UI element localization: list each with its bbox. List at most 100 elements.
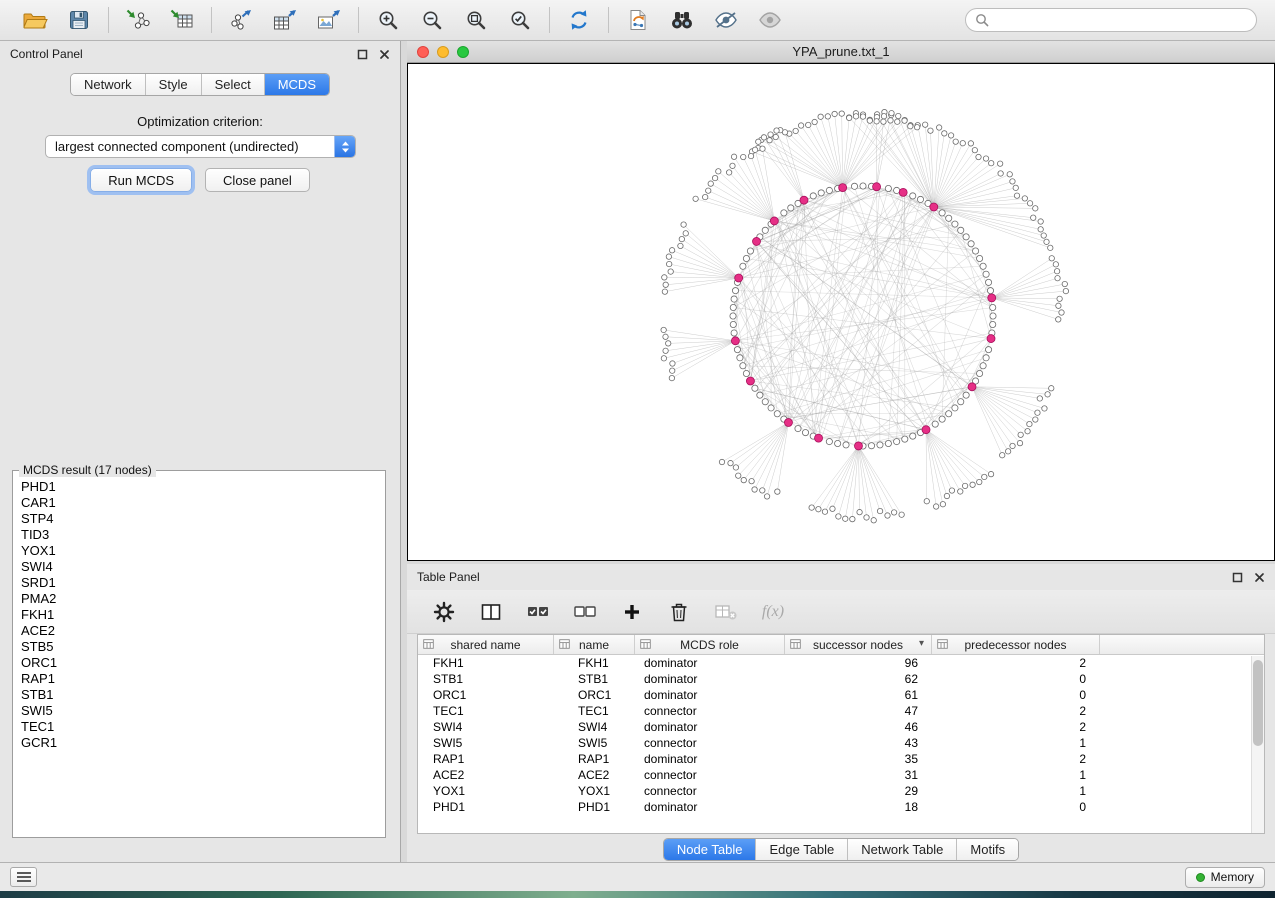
network-canvas[interactable] — [407, 63, 1275, 561]
table-row[interactable]: RAP1 RAP1 dominator 35 2 — [418, 751, 1264, 767]
table-row[interactable]: ORC1 ORC1 dominator 61 0 — [418, 687, 1264, 703]
mcds-node-item[interactable]: SRD1 — [21, 575, 385, 591]
mcds-node-item[interactable]: ORC1 — [21, 655, 385, 671]
table-row[interactable]: STB1 STB1 dominator 62 0 — [418, 671, 1264, 687]
list-icon — [16, 871, 32, 883]
mcds-node-item[interactable]: TID3 — [21, 527, 385, 543]
table-row[interactable]: SWI5 SWI5 connector 43 1 — [418, 735, 1264, 751]
select-all-button[interactable] — [523, 598, 553, 626]
deselect-all-icon — [573, 602, 597, 622]
memory-button[interactable]: Memory — [1185, 867, 1265, 888]
save-session-button[interactable] — [62, 5, 96, 35]
zoom-selected-button[interactable] — [503, 5, 537, 35]
cell-shared-name: YOX1 — [418, 784, 554, 798]
control-panel-tab[interactable]: Network — [71, 74, 146, 95]
show-columns-button[interactable] — [476, 598, 506, 626]
mcds-buttons-row: Run MCDS Close panel — [0, 168, 400, 192]
mcds-node-item[interactable]: GCR1 — [21, 735, 385, 751]
table-row[interactable]: SWI4 SWI4 dominator 46 2 — [418, 719, 1264, 735]
table-tab[interactable]: Node Table — [664, 839, 757, 860]
window-close-button[interactable] — [417, 46, 429, 58]
cell-name: RAP1 — [554, 752, 635, 766]
table-tab[interactable]: Edge Table — [756, 839, 848, 860]
scrollbar-thumb[interactable] — [1253, 660, 1263, 746]
window-maximize-button[interactable] — [457, 46, 469, 58]
search-box[interactable] — [965, 8, 1257, 32]
export-network-button[interactable] — [224, 5, 258, 35]
column-header-label: name — [579, 638, 609, 652]
window-minimize-button[interactable] — [437, 46, 449, 58]
apply-layout-button[interactable] — [562, 5, 596, 35]
table-row[interactable]: FKH1 FKH1 dominator 96 2 — [418, 655, 1264, 671]
cell-successor-nodes: 43 — [785, 736, 932, 750]
search-input[interactable] — [995, 13, 1247, 27]
column-header[interactable]: MCDS role ▾ — [635, 635, 785, 654]
table-row[interactable]: PHD1 PHD1 dominator 18 0 — [418, 799, 1264, 815]
column-header[interactable]: name ▾ — [554, 635, 635, 654]
mcds-node-item[interactable]: FKH1 — [21, 607, 385, 623]
control-panel-tab[interactable]: MCDS — [265, 74, 329, 95]
export-document-button[interactable] — [621, 5, 655, 35]
cell-successor-nodes: 31 — [785, 768, 932, 782]
mcds-node-item[interactable]: ACE2 — [21, 623, 385, 639]
table-row[interactable]: YOX1 YOX1 connector 29 1 — [418, 783, 1264, 799]
cell-mcds-role: connector — [635, 704, 785, 718]
mcds-node-item[interactable]: TEC1 — [21, 719, 385, 735]
import-network-button[interactable] — [121, 5, 155, 35]
export-table-button[interactable] — [268, 5, 302, 35]
mcds-node-item[interactable]: SWI5 — [21, 703, 385, 719]
mcds-node-item[interactable]: STP4 — [21, 511, 385, 527]
run-mcds-button[interactable]: Run MCDS — [90, 168, 192, 192]
zoom-fit-button[interactable] — [459, 5, 493, 35]
mcds-node-item[interactable]: SWI4 — [21, 559, 385, 575]
cell-mcds-role: dominator — [635, 688, 785, 702]
cell-mcds-role: connector — [635, 736, 785, 750]
open-file-button[interactable] — [18, 5, 52, 35]
control-panel-tab[interactable]: Select — [202, 74, 265, 95]
cell-mcds-role: dominator — [635, 656, 785, 670]
table-row[interactable]: ACE2 ACE2 connector 31 1 — [418, 767, 1264, 783]
control-panel-tab[interactable]: Style — [146, 74, 202, 95]
column-header[interactable]: predecessor nodes ▾ — [932, 635, 1100, 654]
mcds-node-item[interactable]: YOX1 — [21, 543, 385, 559]
hide-details-button[interactable] — [709, 5, 743, 35]
close-panel-button[interactable]: Close panel — [205, 168, 310, 192]
import-table-button[interactable] — [165, 5, 199, 35]
zoom-out-button[interactable] — [415, 5, 449, 35]
zoom-in-button[interactable] — [371, 5, 405, 35]
column-header[interactable]: successor nodes ▾ — [785, 635, 932, 654]
import-network-icon — [125, 8, 151, 32]
close-panel-icon[interactable] — [379, 49, 390, 60]
cell-predecessor-nodes: 2 — [932, 656, 1100, 670]
table-row[interactable]: TEC1 TEC1 connector 47 2 — [418, 703, 1264, 719]
float-panel-icon[interactable] — [357, 49, 368, 60]
column-header[interactable]: shared name ▾ — [418, 635, 554, 654]
criterion-dropdown[interactable]: largest connected component (undirected) — [45, 135, 356, 158]
file-group — [10, 5, 104, 35]
delete-column-button[interactable] — [664, 598, 694, 626]
create-column-button[interactable] — [617, 598, 647, 626]
cell-name: SWI4 — [554, 720, 635, 734]
export-image-button[interactable] — [312, 5, 346, 35]
float-panel-icon[interactable] — [1232, 572, 1243, 583]
mcds-node-item[interactable]: RAP1 — [21, 671, 385, 687]
mcds-node-item[interactable]: STB5 — [21, 639, 385, 655]
mcds-node-item[interactable]: STB1 — [21, 687, 385, 703]
toolbar-separator — [358, 7, 359, 33]
column-grid-icon — [640, 639, 651, 649]
cell-predecessor-nodes: 2 — [932, 752, 1100, 766]
network-window-titlebar[interactable]: YPA_prune.txt_1 — [407, 41, 1275, 63]
find-button[interactable] — [665, 5, 699, 35]
mcds-node-item[interactable]: PMA2 — [21, 591, 385, 607]
close-panel-icon[interactable] — [1254, 572, 1265, 583]
desktop-wallpaper-strip — [0, 891, 1275, 898]
table-tab[interactable]: Network Table — [848, 839, 957, 860]
table-scrollbar[interactable] — [1251, 656, 1264, 833]
column-settings-button[interactable] — [429, 598, 459, 626]
table-tab[interactable]: Motifs — [957, 839, 1018, 860]
task-history-button[interactable] — [10, 867, 37, 887]
mcds-node-item[interactable]: CAR1 — [21, 495, 385, 511]
deselect-all-button[interactable] — [570, 598, 600, 626]
mcds-node-item[interactable]: PHD1 — [21, 479, 385, 495]
cell-mcds-role: connector — [635, 768, 785, 782]
